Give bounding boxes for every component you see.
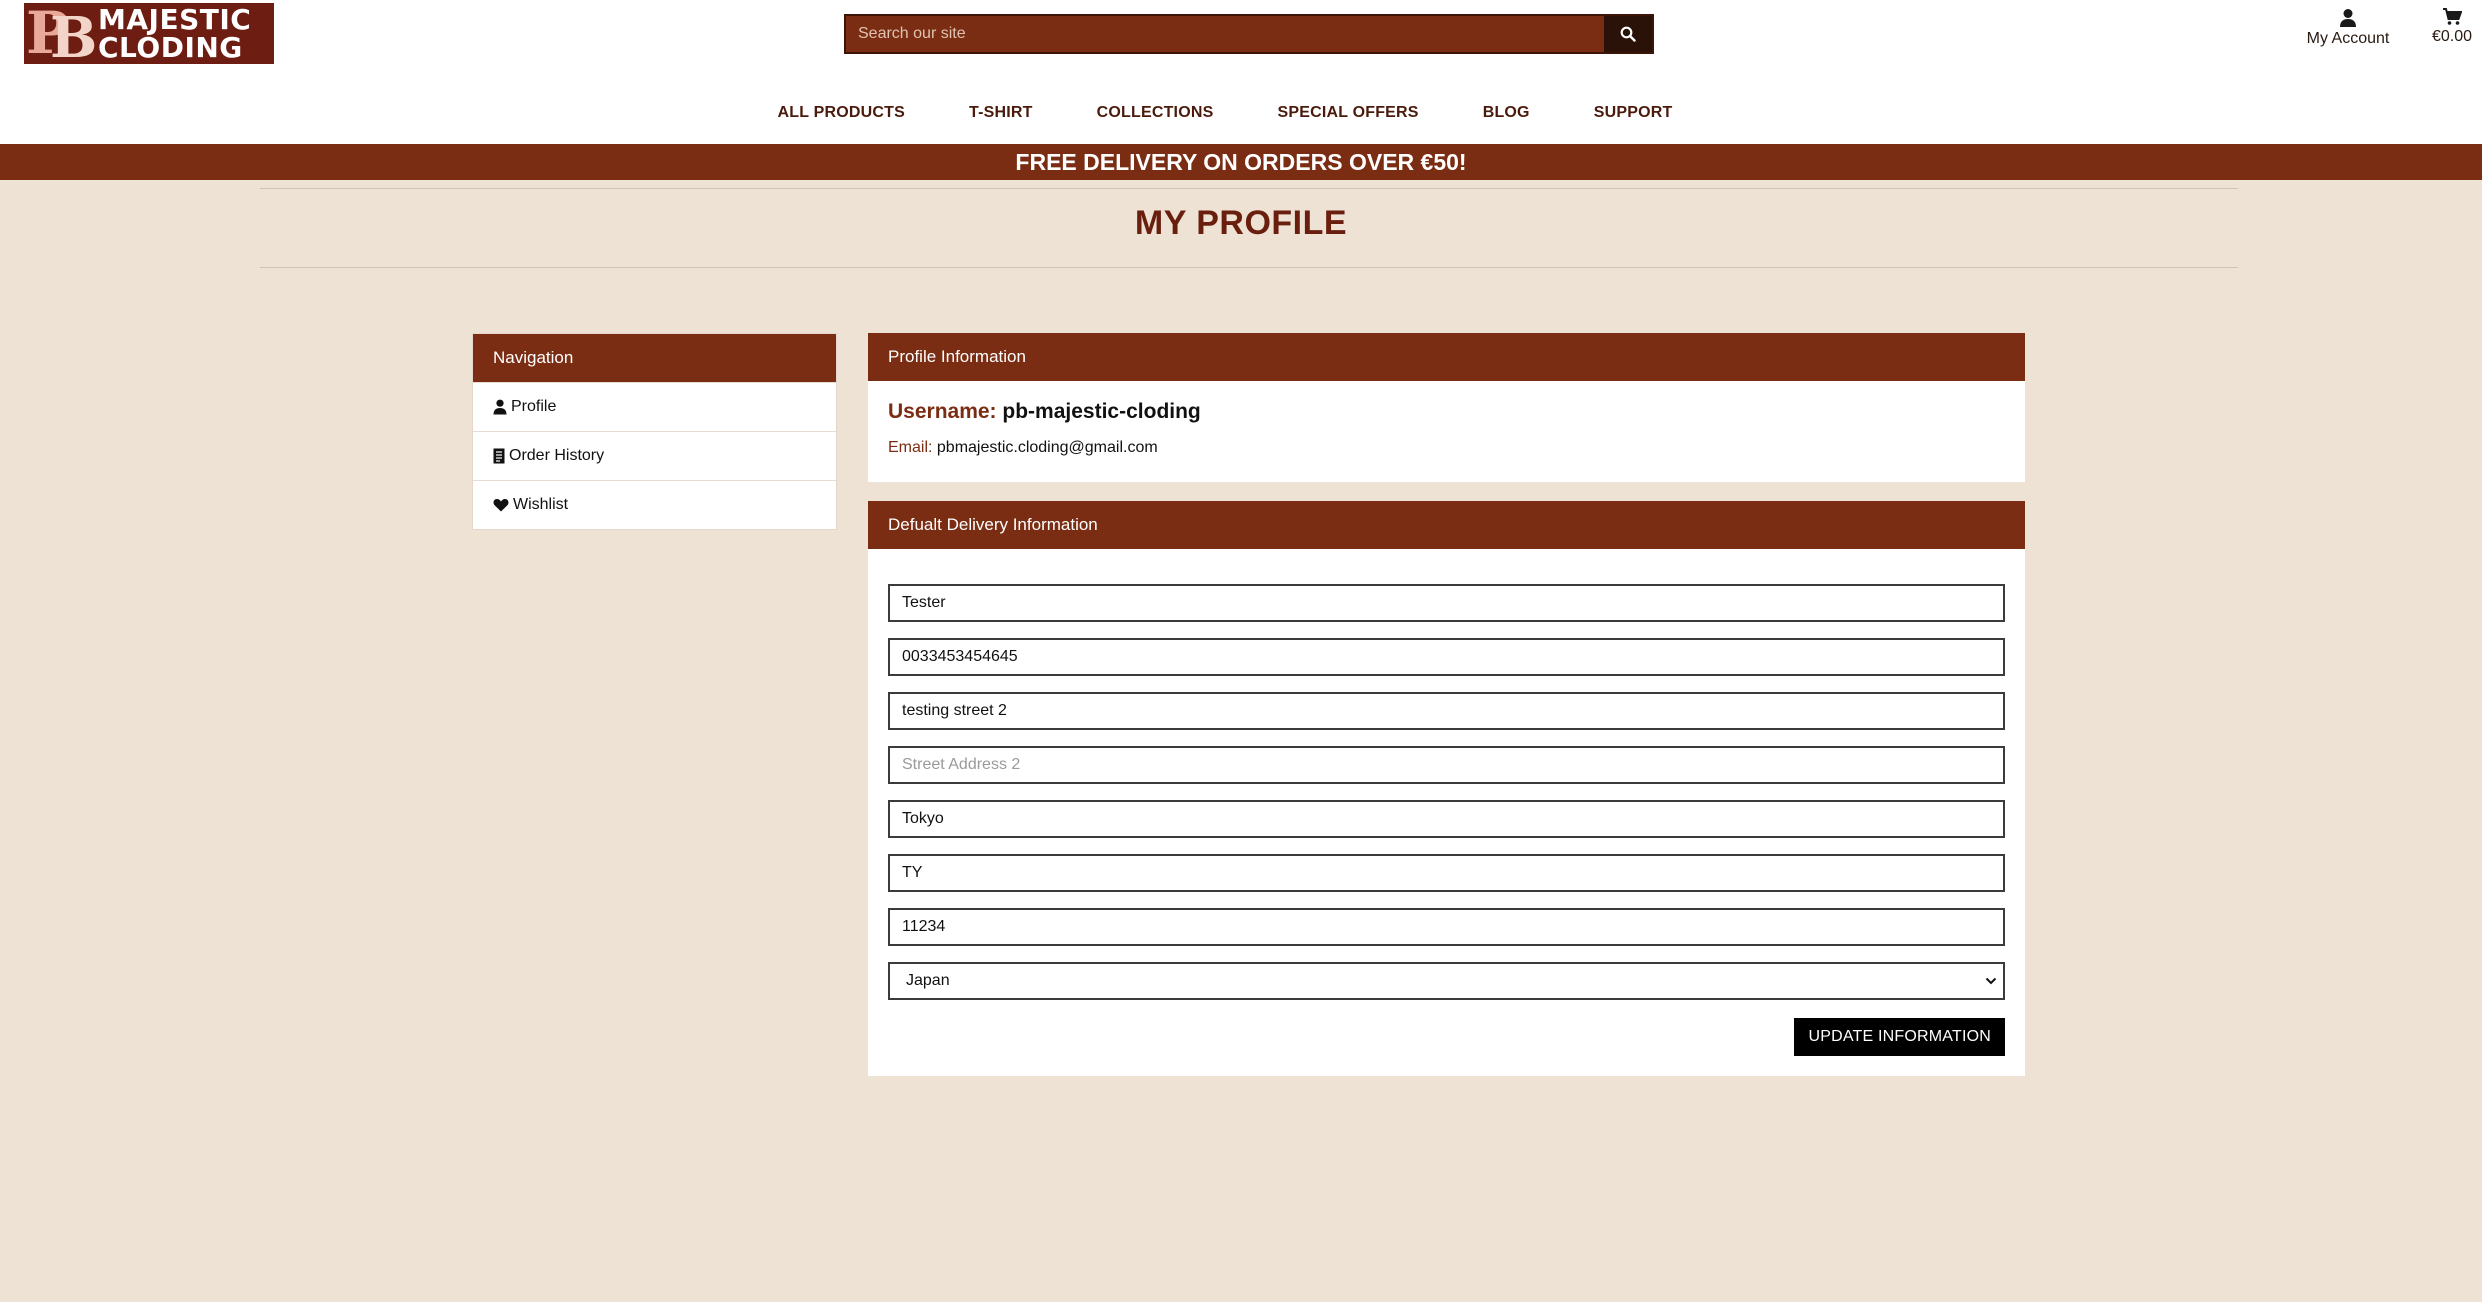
update-information-button[interactable]: UPDATE INFORMATION — [1794, 1018, 2005, 1056]
my-account-link[interactable]: My Account — [2296, 8, 2400, 48]
delivery-information-card: Defualt Delivery Information Japan UPDAT… — [868, 501, 2025, 1076]
cart-total: €0.00 — [2431, 28, 2473, 45]
street-address-2-field[interactable] — [888, 746, 2005, 784]
email-row: Email: pbmajestic.cloding@gmail.com — [888, 439, 1158, 457]
delivery-card-title: Defualt Delivery Information — [868, 501, 2025, 549]
phone-number-field[interactable] — [888, 638, 2005, 676]
username-value: pb-majestic-cloding — [1002, 400, 1201, 423]
my-account-label: My Account — [2306, 30, 2390, 47]
search-button[interactable] — [1604, 16, 1652, 52]
full-name-field[interactable] — [888, 584, 2005, 622]
nav-blog[interactable]: BLOG — [1483, 104, 1530, 128]
nav-t-shirt[interactable]: T-SHIRT — [969, 104, 1033, 128]
heart-icon — [493, 499, 509, 512]
receipt-icon — [493, 448, 505, 464]
search-input[interactable] — [846, 16, 1604, 52]
cart-link[interactable]: €0.00 — [2426, 8, 2478, 46]
site-logo[interactable]: P B MAJESTIC CLODING — [24, 3, 274, 64]
sidebar-item-label: Profile — [511, 398, 557, 415]
promo-banner: FREE DELIVERY ON ORDERS OVER €50! — [0, 144, 2482, 180]
country-select[interactable]: Japan — [888, 962, 2005, 1000]
profile-card-title: Profile Information — [868, 333, 2025, 381]
user-icon — [493, 399, 507, 415]
sidebar-item-wishlist[interactable]: Wishlist — [473, 480, 836, 529]
search-bar — [844, 14, 1654, 54]
chevron-down-icon — [1985, 977, 1997, 985]
logo-mark-icon: P B — [24, 3, 98, 64]
profile-information-card: Profile Information Username: pb-majesti… — [868, 333, 2025, 482]
sidebar-item-profile[interactable]: Profile — [473, 382, 836, 431]
user-icon — [2340, 9, 2356, 27]
postcode-field[interactable] — [888, 908, 2005, 946]
username-row: Username: pb-majestic-cloding — [888, 400, 1201, 424]
nav-collections[interactable]: COLLECTIONS — [1097, 104, 1214, 128]
logo-line-1: MAJESTIC — [98, 3, 252, 36]
logo-line-2: CLODING — [98, 30, 243, 64]
logo-text: MAJESTIC CLODING — [98, 3, 252, 64]
username-label: Username: — [888, 400, 997, 423]
town-city-field[interactable] — [888, 800, 2005, 838]
title-divider-top — [260, 188, 2238, 189]
nav-all-products[interactable]: ALL PRODUCTS — [778, 104, 905, 128]
account-sidebar: Navigation Profile Order History Wishlis… — [472, 333, 837, 530]
email-value: pbmajestic.cloding@gmail.com — [936, 439, 1158, 456]
sidebar-title: Navigation — [473, 334, 836, 382]
logo-mark-letter-b: B — [50, 5, 98, 64]
cart-icon — [2443, 8, 2462, 25]
street-address-1-field[interactable] — [888, 692, 2005, 730]
sidebar-item-order-history[interactable]: Order History — [473, 431, 836, 480]
nav-special-offers[interactable]: SPECIAL OFFERS — [1277, 104, 1418, 128]
page-title: MY PROFILE — [1134, 204, 1348, 242]
sidebar-item-label: Order History — [509, 447, 605, 464]
county-field[interactable] — [888, 854, 2005, 892]
site-header: P B MAJESTIC CLODING My Account — [0, 0, 2482, 144]
nav-support[interactable]: SUPPORT — [1594, 104, 1673, 128]
sidebar-item-label: Wishlist — [513, 496, 569, 513]
title-divider-bottom — [260, 267, 2238, 268]
country-selected-value: Japan — [906, 972, 950, 989]
main-nav: ALL PRODUCTS T-SHIRT COLLECTIONS SPECIAL… — [0, 104, 2482, 128]
email-label: Email: — [888, 439, 933, 456]
search-icon — [1620, 26, 1636, 42]
